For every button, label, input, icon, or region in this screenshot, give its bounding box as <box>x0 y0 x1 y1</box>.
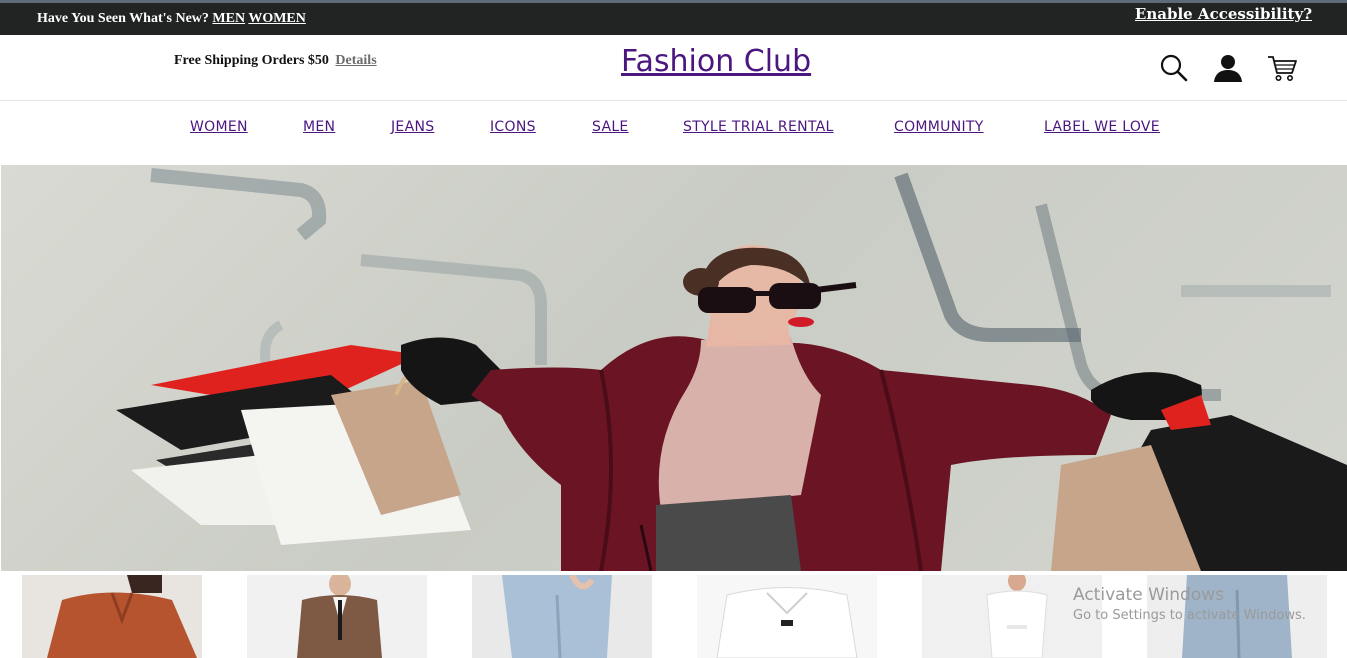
announcement-text: Have You Seen What's New? <box>37 11 209 26</box>
announcement: Have You Seen What's New? MEN WOMEN <box>37 11 306 27</box>
nav-item-icons[interactable]: ICONS <box>490 119 536 135</box>
windows-activation-watermark: Activate Windows Go to Settings to activ… <box>1073 585 1306 623</box>
nav-item-jeans[interactable]: JEANS <box>391 119 434 135</box>
watermark-subtitle: Go to Settings to activate Windows. <box>1073 608 1306 623</box>
hero-shopping-woman-image <box>116 168 1347 571</box>
shipping-details-link[interactable]: Details <box>335 53 376 68</box>
thumbnail-brown-suit[interactable] <box>247 575 427 658</box>
watermark-title: Activate Windows <box>1073 585 1224 605</box>
thumbnail-jeans[interactable] <box>472 575 652 658</box>
main-nav: WOMEN MEN JEANS ICONS SALE STYLE TRIAL R… <box>0 101 1347 165</box>
announcement-women-link[interactable]: WOMEN <box>248 11 306 26</box>
enable-accessibility-link[interactable]: Enable Accessibility? <box>1135 5 1312 23</box>
nav-item-men[interactable]: MEN <box>303 119 335 135</box>
site-header: Free Shipping Orders $50 Details Fashion… <box>0 35 1347 101</box>
shipping-text: Free Shipping Orders $50 <box>174 53 329 68</box>
nav-item-sale[interactable]: SALE <box>592 119 629 135</box>
nav-item-style-trial-rental[interactable]: STYLE TRIAL RENTAL <box>683 119 834 135</box>
nav-item-label-we-love[interactable]: LABEL WE LOVE <box>1044 119 1160 135</box>
search-icon[interactable] <box>1158 52 1190 84</box>
hero-banner[interactable] <box>1 165 1347 571</box>
thumbnail-rust-blouse[interactable] <box>22 575 202 658</box>
announcement-bar: Have You Seen What's New? MEN WOMEN Enab… <box>0 0 1347 35</box>
announcement-men-link[interactable]: MEN <box>212 11 245 26</box>
nav-item-women[interactable]: WOMEN <box>190 119 248 135</box>
cart-icon[interactable] <box>1266 52 1298 84</box>
account-icon[interactable] <box>1212 52 1244 84</box>
site-logo[interactable]: Fashion Club <box>621 44 811 79</box>
nav-item-community[interactable]: COMMUNITY <box>894 119 984 135</box>
free-shipping-notice: Free Shipping Orders $50 Details <box>174 53 377 69</box>
thumbnail-white-shirt[interactable] <box>697 575 877 658</box>
